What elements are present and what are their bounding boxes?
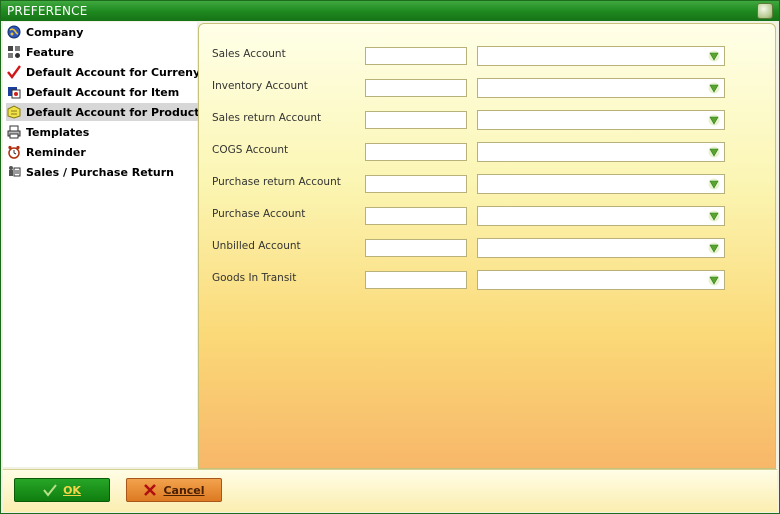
- chevron-down-icon[interactable]: [708, 114, 720, 126]
- sidebar-item-label: Default Account for Curreny: [26, 65, 198, 79]
- ok-button[interactable]: OK: [14, 478, 110, 502]
- sidebar-item-templates[interactable]: Templates: [6, 123, 198, 141]
- sales-account-dropdown[interactable]: [477, 46, 725, 66]
- inventory-account-dropdown[interactable]: [477, 78, 725, 98]
- inventory-account-code-input[interactable]: [365, 79, 467, 97]
- field-label-cogs-account: COGS Account: [212, 144, 289, 156]
- field-label-purchase-return-account: Purchase return Account: [212, 176, 341, 188]
- cogs-account-dropdown[interactable]: [477, 142, 725, 162]
- sidebar-item-feature[interactable]: Feature: [6, 43, 198, 61]
- account-form-panel: Sales Account Inventory Account Sales re…: [198, 23, 776, 469]
- sales-return-account-code-input[interactable]: [365, 111, 467, 129]
- chevron-down-icon[interactable]: [708, 274, 720, 286]
- ok-button-label: OK: [63, 483, 81, 497]
- sidebar-item-reminder[interactable]: Reminder: [6, 143, 198, 161]
- purchase-account-code-input[interactable]: [365, 207, 467, 225]
- chevron-down-icon[interactable]: [708, 146, 720, 158]
- sidebar-item-default-account-production[interactable]: Default Account for Production: [6, 103, 198, 121]
- chevron-down-icon[interactable]: [708, 178, 720, 190]
- checkmark-icon: [6, 64, 22, 80]
- chevron-down-icon[interactable]: [708, 82, 720, 94]
- close-icon: [143, 483, 157, 497]
- sales-return-account-dropdown[interactable]: [477, 110, 725, 130]
- sidebar-item-label: Default Account for Production: [26, 105, 198, 119]
- unbilled-account-dropdown[interactable]: [477, 238, 725, 258]
- feature-icon: [6, 44, 22, 60]
- chevron-down-icon[interactable]: [708, 242, 720, 254]
- cancel-button[interactable]: Cancel: [126, 478, 222, 502]
- sidebar-item-label: Reminder: [26, 145, 86, 159]
- chevron-down-icon[interactable]: [708, 210, 720, 222]
- preference-window: PREFERENCE Company Feature Default Accou…: [0, 0, 780, 514]
- sidebar-item-label: Default Account for Item: [26, 85, 180, 99]
- sidebar-item-label: Sales / Purchase Return: [26, 165, 175, 179]
- field-label-sales-return-account: Sales return Account: [212, 112, 322, 124]
- sidebar: Company Feature Default Account for Curr…: [3, 22, 198, 467]
- field-label-sales-account: Sales Account: [212, 48, 286, 60]
- production-icon: [6, 104, 22, 120]
- sidebar-item-sales-purchase-return[interactable]: Sales / Purchase Return: [6, 163, 198, 181]
- purchase-account-dropdown[interactable]: [477, 206, 725, 226]
- sidebar-item-default-account-item[interactable]: Default Account for Item: [6, 83, 198, 101]
- dialog-footer: OK Cancel: [3, 469, 777, 512]
- sidebar-item-label: Feature: [26, 45, 74, 59]
- goods-in-transit-code-input[interactable]: [365, 271, 467, 289]
- field-label-purchase-account: Purchase Account: [212, 208, 306, 220]
- sidebar-item-label: Templates: [26, 125, 90, 139]
- cancel-button-label: Cancel: [163, 483, 205, 497]
- field-label-goods-in-transit: Goods In Transit: [212, 272, 297, 284]
- unbilled-account-code-input[interactable]: [365, 239, 467, 257]
- chevron-down-icon[interactable]: [708, 50, 720, 62]
- alarm-clock-icon: [6, 144, 22, 160]
- sales-account-code-input[interactable]: [365, 47, 467, 65]
- printer-icon: [6, 124, 22, 140]
- title-bar[interactable]: PREFERENCE: [1, 1, 779, 21]
- sidebar-item-label: Company: [26, 25, 84, 39]
- cogs-account-code-input[interactable]: [365, 143, 467, 161]
- field-label-inventory-account: Inventory Account: [212, 80, 308, 92]
- close-icon[interactable]: [757, 3, 773, 19]
- globe-icon: [6, 24, 22, 40]
- checkmark-icon: [43, 483, 57, 497]
- return-icon: [6, 164, 22, 180]
- sidebar-item-company[interactable]: Company: [6, 23, 198, 41]
- purchase-return-account-dropdown[interactable]: [477, 174, 725, 194]
- window-title: PREFERENCE: [7, 4, 88, 18]
- goods-in-transit-dropdown[interactable]: [477, 270, 725, 290]
- field-label-unbilled-account: Unbilled Account: [212, 240, 301, 252]
- item-icon: [6, 84, 22, 100]
- purchase-return-account-code-input[interactable]: [365, 175, 467, 193]
- sidebar-item-default-account-currency[interactable]: Default Account for Curreny: [6, 63, 198, 81]
